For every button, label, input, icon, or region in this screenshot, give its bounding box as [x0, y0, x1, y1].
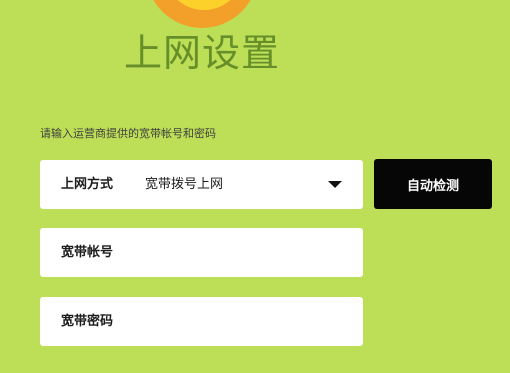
caret-down-icon[interactable] [328, 181, 342, 188]
password-field[interactable]: 宽带密码 [40, 297, 363, 346]
connection-type-label: 上网方式 [61, 177, 114, 192]
account-field[interactable]: 宽带帐号 [40, 228, 363, 277]
router-logo [146, 0, 258, 28]
form-hint: 请输入运营商提供的宽带帐号和密码 [40, 127, 216, 140]
connection-type-select[interactable]: 上网方式 宽带拨号上网 [40, 160, 363, 209]
orange-disc-logo-icon [153, 0, 251, 28]
password-input[interactable] [40, 297, 363, 346]
account-input[interactable] [40, 228, 363, 277]
page-title: 上网设置 [123, 31, 280, 75]
auto-detect-button[interactable]: 自动检测 [374, 159, 492, 209]
connection-type-value: 宽带拨号上网 [145, 177, 224, 192]
